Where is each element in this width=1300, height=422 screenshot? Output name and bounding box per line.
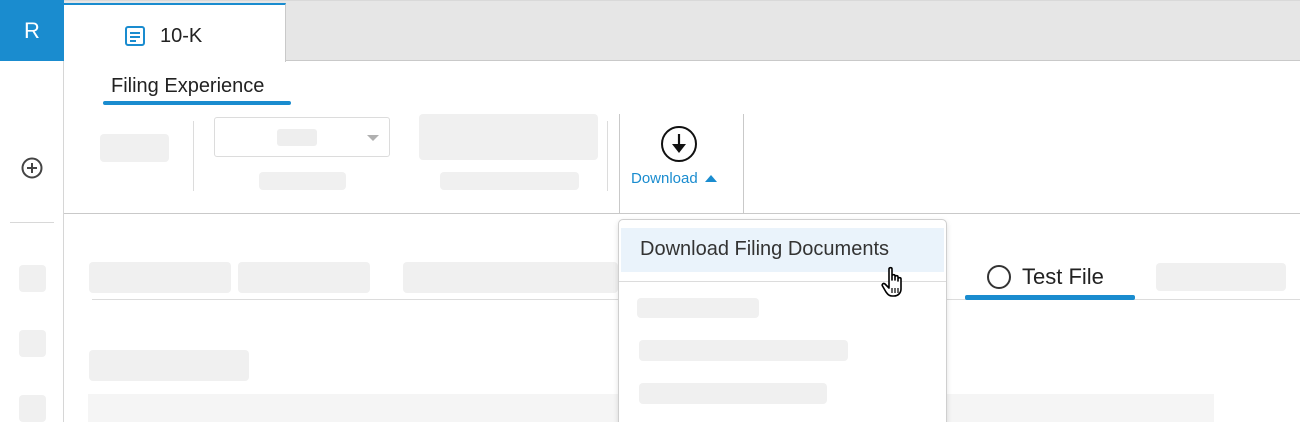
test-file-label: Test File bbox=[1022, 264, 1104, 289]
ribbon-select[interactable] bbox=[214, 117, 390, 157]
ribbon-divider bbox=[193, 121, 194, 191]
menu-item-placeholder[interactable] bbox=[639, 340, 848, 361]
app-badge[interactable]: R bbox=[0, 0, 64, 61]
add-circle-icon[interactable] bbox=[20, 156, 44, 180]
tab-strip: 10-K bbox=[64, 0, 1300, 62]
ribbon-divider bbox=[607, 121, 608, 191]
download-button[interactable]: Download bbox=[619, 114, 744, 214]
hand-pointer-cursor-icon bbox=[881, 266, 902, 297]
ribbon-label-placeholder bbox=[440, 172, 579, 190]
ribbon-label-placeholder bbox=[259, 172, 346, 190]
content-placeholder bbox=[89, 350, 249, 381]
subnav-active-indicator bbox=[103, 101, 291, 105]
caret-down-icon bbox=[367, 135, 379, 141]
document-list-icon bbox=[125, 26, 145, 46]
rail-item-placeholder[interactable] bbox=[19, 395, 46, 422]
ribbon-border bbox=[64, 213, 1300, 214]
download-label: Download bbox=[631, 170, 717, 187]
menu-item-placeholder[interactable] bbox=[639, 383, 827, 404]
download-label-text: Download bbox=[631, 170, 698, 187]
download-dropdown-menu: Download Filing Documents bbox=[618, 219, 947, 422]
tab-10k[interactable]: 10-K bbox=[64, 3, 286, 62]
content-tab-placeholder[interactable] bbox=[403, 262, 618, 293]
ribbon-placeholder[interactable] bbox=[419, 114, 598, 160]
menu-item-label: Download Filing Documents bbox=[640, 238, 890, 260]
subnav-filing-experience[interactable]: Filing Experience bbox=[111, 75, 264, 98]
tab-label: 10-K bbox=[160, 25, 203, 47]
test-file-active-indicator bbox=[965, 295, 1135, 300]
caret-up-icon bbox=[704, 175, 717, 182]
content-tab-placeholder[interactable] bbox=[238, 262, 370, 293]
left-rail: R bbox=[0, 0, 64, 422]
ribbon-placeholder[interactable] bbox=[100, 134, 169, 162]
tab-test-file[interactable]: Test File bbox=[987, 264, 1104, 290]
select-value-placeholder bbox=[277, 129, 317, 146]
menu-item-placeholder[interactable] bbox=[637, 298, 759, 318]
radio-icon bbox=[987, 265, 1011, 289]
rail-item-placeholder[interactable] bbox=[19, 265, 46, 292]
content-tab-placeholder[interactable] bbox=[1156, 263, 1286, 291]
content-tab-placeholder[interactable] bbox=[89, 262, 231, 293]
app-window: R 10-K Filing Experience Download Test F… bbox=[0, 0, 1300, 422]
download-circle-icon bbox=[661, 126, 697, 162]
rail-item-placeholder[interactable] bbox=[19, 330, 46, 357]
rail-divider bbox=[10, 222, 54, 223]
